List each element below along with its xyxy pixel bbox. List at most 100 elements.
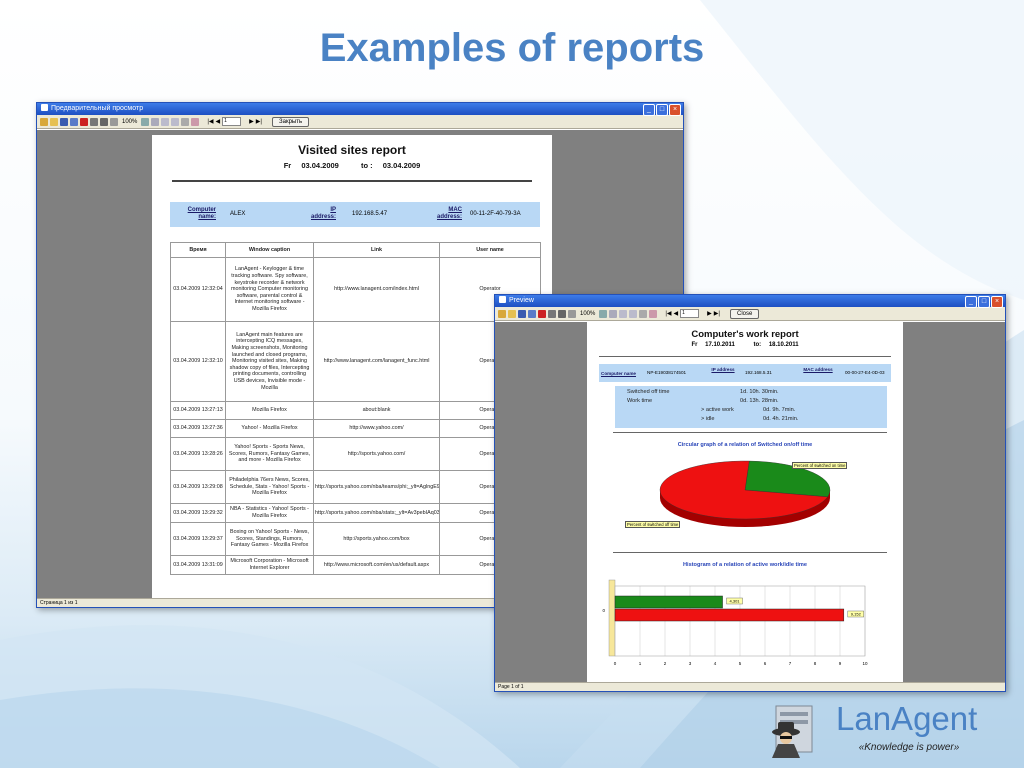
computer-name-value: NP-E19038174501 [647,370,687,375]
one-page-icon[interactable] [619,309,628,318]
open-folder-icon[interactable] [508,309,516,318]
work-time-value: 0d. 13h. 28min. [740,398,779,404]
minimize-button[interactable]: _ [643,104,655,116]
time-cell: 03.04.2009 13:27:36 [170,419,226,438]
to-date: 03.04.2009 [382,161,421,170]
first-page-icon[interactable]: |◀ [207,118,213,125]
close-window-button[interactable]: × [669,104,681,116]
from-date: 03.04.2009 [301,161,339,170]
save-icon[interactable] [60,117,68,126]
first-page-icon[interactable]: |◀ [665,310,671,317]
last-page-icon[interactable]: ▶| [256,118,262,125]
section-divider [613,432,887,433]
next-page-icon[interactable]: ▶ [249,118,254,125]
computer-name-value: ALEX [230,211,246,217]
active-work-value: 0d. 9h. 7min. [763,407,796,413]
histogram-bar-active [614,595,723,609]
save-icon[interactable] [518,309,526,318]
edit-icon[interactable] [649,309,658,318]
maximize-button[interactable]: □ [978,296,990,308]
table-row: 03.04.2009 13:27:36 Yahoo! - Mozilla Fir… [170,419,541,438]
caption-cell: LanAgent main features are intercepting … [225,321,314,402]
zoom-icon[interactable] [110,117,118,126]
report-title: Computer's work report [691,329,799,340]
slide-title: Examples of reports [319,26,705,70]
find-icon[interactable] [100,117,108,126]
svg-text:9,152: 9,152 [851,612,862,617]
last-page-icon[interactable]: ▶| [714,310,720,317]
histogram-tick-label: 0 [614,661,617,666]
brand-name: LanAgent [836,700,978,737]
close-window-button[interactable]: × [991,296,1003,308]
pdf-icon[interactable] [80,117,88,126]
page-width-icon[interactable] [151,117,160,126]
page-width-icon[interactable] [609,309,618,318]
next-page-icon[interactable]: ▶ [707,310,712,317]
histogram-data-label-active: 4,301 [726,597,743,605]
computer-work-preview-window: Preview _ □ × 100% |◀ ◀ 1 ▶ ▶| Close Com… [494,294,1006,692]
mac-value: 00-00-27-E4-0D-03 [845,370,885,375]
mac-label: MAC address [803,367,833,372]
caption-cell: Yahoo! Sports - Sports News, Scores, Rum… [225,437,314,471]
find-icon[interactable] [558,309,566,318]
save-as-icon[interactable] [70,117,78,126]
maximize-button[interactable]: □ [656,104,668,116]
open-icon[interactable] [498,309,506,318]
prev-page-icon[interactable]: ◀ [216,118,221,125]
zoom-in-icon[interactable] [599,309,608,318]
minimize-button[interactable]: _ [965,296,977,308]
zoom-icon[interactable] [568,309,576,318]
spy-agent-logo-icon [772,705,813,758]
caption-cell: Philadelphia 76ers News, Scores, Schedul… [225,470,314,504]
histogram-bar-idle [614,608,845,622]
table-row: 03.04.2009 13:28:26 Yahoo! Sports - Spor… [170,437,541,471]
table-row: 03.04.2009 13:29:32 NBA - Statistics - Y… [170,503,541,523]
status-bar: Page 1 of 1 [495,682,1005,691]
histogram-tick-label: 2 [664,661,667,666]
time-cell: 03.04.2009 13:29:32 [170,503,226,523]
one-page-icon[interactable] [161,117,170,126]
zoom-in-icon[interactable] [141,117,150,126]
preview-canvas[interactable]: Computer's work report Fr 17.10.2011 to:… [495,322,1005,682]
prev-page-icon[interactable]: ◀ [674,310,679,317]
two-pages-icon[interactable] [171,117,180,126]
close-preview-button[interactable]: Close [729,308,760,319]
print-icon[interactable] [548,309,556,318]
report-dates: Fr 03.04.2009 to : 03.04.2009 [152,161,552,170]
print-icon[interactable] [90,117,98,126]
open-folder-icon[interactable] [50,117,58,126]
computer-info-bar: Computer name NP-E19038174501 IP address… [599,364,891,382]
svg-text:4,301: 4,301 [730,599,741,604]
page-setup-icon[interactable] [639,309,648,318]
caption-cell: Mozilla Firefox [225,401,314,420]
close-preview-button[interactable]: Закрыть [271,116,310,127]
window-title: Предварительный просмотр [51,105,144,112]
preview-toolbar: 100% |◀ ◀ 1 ▶ ▶| Закрыть [37,115,683,129]
zoom-select[interactable]: 100% [122,119,137,125]
page-number-input[interactable]: 1 [222,117,242,126]
active-idle-histogram: 0 1 2 3 4 5 6 7 8 9 10 0 4,301 9,152 [602,579,868,666]
time-cell: 03.04.2009 13:27:13 [170,401,226,420]
ip-value: 192.168.5.31 [745,370,772,375]
page-number-input[interactable]: 1 [680,309,700,318]
brand-slogan: «Knowledge is power» [858,742,960,753]
edit-icon[interactable] [191,117,200,126]
open-icon[interactable] [40,117,48,126]
page-setup-icon[interactable] [181,117,190,126]
two-pages-icon[interactable] [629,309,638,318]
zoom-select[interactable]: 100% [580,311,595,317]
save-as-icon[interactable] [528,309,536,318]
pie-label-switched-on: Percent of switched on time [792,462,848,469]
window-titlebar[interactable]: Preview _ □ × [495,295,1005,308]
preview-toolbar: 100% |◀ ◀ 1 ▶ ▶| Close [495,307,1005,321]
histogram-tick-label: 9 [839,661,842,666]
link-cell: http://www.yahoo.com/ [313,419,440,438]
app-icon [499,296,506,303]
histogram-tick-label: 8 [814,661,817,666]
table-row: 03.04.2009 13:31:09 Microsoft Corporatio… [170,555,541,575]
caption-cell: LanAgent - Keylogger & time tracking sof… [225,257,314,322]
window-titlebar[interactable]: Предварительный просмотр _ □ × [37,103,683,116]
link-cell: http://www.microsoft.com/en/us/default.a… [313,555,440,575]
report-page: Computer's work report Fr 17.10.2011 to:… [587,322,903,682]
pdf-icon[interactable] [538,309,546,318]
